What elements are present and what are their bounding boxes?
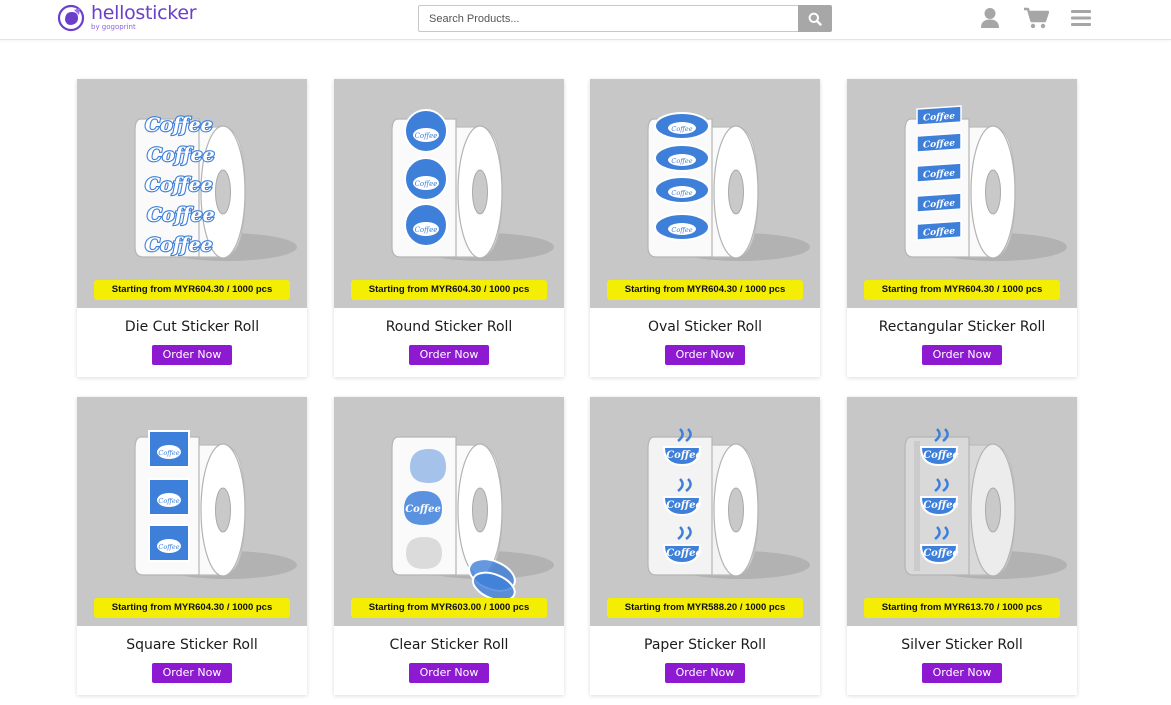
logo[interactable]: hellosticker by gogoprint [57, 2, 197, 32]
logo-subtext: by gogoprint [91, 23, 136, 31]
svg-text:Coffee: Coffee [923, 500, 959, 511]
product-grid: Coffee Coffee Coffee Coffee Coffee Starting … [0, 0, 1171, 705]
product-image: Coffee [391, 436, 554, 602]
svg-text:Coffee: Coffee [923, 548, 959, 559]
price-tag: Starting from MYR604.30 / 1000 pcs [607, 280, 803, 300]
product-title[interactable]: Oval Sticker Roll [590, 319, 820, 335]
logo-text: hellosticker [91, 2, 197, 24]
order-now-button[interactable]: Order Now [922, 663, 1002, 683]
svg-text:Coffee: Coffee [415, 180, 438, 188]
site-header: hellosticker by gogoprint [0, 0, 1171, 40]
svg-text:Coffee: Coffee [145, 234, 213, 256]
price-tag: Starting from MYR604.30 / 1000 pcs [94, 280, 290, 300]
order-now-button[interactable]: Order Now [409, 345, 489, 365]
svg-text:Coffee: Coffee [158, 449, 179, 457]
product-card-clear-sticker-roll[interactable]: Coffee Starting from MYR603.00 / 1000 pc… [334, 397, 564, 695]
svg-text:Coffee: Coffee [147, 204, 215, 226]
account-button[interactable] [979, 6, 1001, 30]
svg-text:Coffee: Coffee [415, 132, 438, 140]
product-card-square-sticker-roll[interactable]: Coffee Coffee Coffee Starting from MYR604.… [77, 397, 307, 695]
search-button[interactable] [798, 5, 832, 32]
price-tag: Starting from MYR603.00 / 1000 pcs [351, 598, 547, 618]
order-now-button[interactable]: Order Now [152, 345, 232, 365]
product-card-paper-sticker-roll[interactable]: Coffee Coffee Coffee Starting from MYR588.… [590, 397, 820, 695]
user-icon [981, 8, 999, 28]
product-image-area[interactable]: Coffee Coffee Coffee Coffee Coffee Starting … [77, 79, 307, 308]
product-image-area[interactable]: Coffee Coffee Coffee Coffee Coffee Starting … [847, 79, 1077, 308]
cart-icon [1023, 7, 1049, 29]
product-image-area[interactable]: Coffee Coffee Coffee Starting from MYR604.… [77, 397, 307, 626]
svg-text:Coffee: Coffee [671, 226, 692, 234]
product-image-area[interactable]: Coffee Coffee Coffee Starting from MYR604.… [334, 79, 564, 308]
price-tag: Starting from MYR588.20 / 1000 pcs [607, 598, 803, 618]
price-tag: Starting from MYR604.30 / 1000 pcs [864, 280, 1060, 300]
product-image: Coffee Coffee Coffee [134, 430, 297, 579]
svg-text:Coffee: Coffee [671, 189, 692, 197]
svg-text:Coffee: Coffee [158, 543, 179, 551]
search-input[interactable] [418, 5, 798, 32]
price-tag: Starting from MYR604.30 / 1000 pcs [351, 280, 547, 300]
product-card-die-cut-sticker-roll[interactable]: Coffee Coffee Coffee Coffee Coffee Starting … [77, 79, 307, 377]
svg-text:Coffee: Coffee [145, 114, 213, 136]
order-now-button[interactable]: Order Now [409, 663, 489, 683]
product-card-rectangular-sticker-roll[interactable]: Coffee Coffee Coffee Coffee Coffee Starting … [847, 79, 1077, 377]
order-now-button[interactable]: Order Now [922, 345, 1002, 365]
product-card-round-sticker-roll[interactable]: Coffee Coffee Coffee Starting from MYR604.… [334, 79, 564, 377]
svg-text:Coffee: Coffee [158, 497, 179, 505]
product-image: Coffee Coffee Coffee [647, 428, 810, 579]
product-image-area[interactable]: Coffee Coffee Coffee Coffee Starting from M… [590, 79, 820, 308]
svg-text:Coffee: Coffee [923, 450, 959, 461]
product-image: Coffee Coffee Coffee [391, 109, 554, 261]
product-card-oval-sticker-roll[interactable]: Coffee Coffee Coffee Coffee Starting from M… [590, 79, 820, 377]
svg-text:Coffee: Coffee [671, 157, 692, 165]
menu-button[interactable] [1070, 6, 1092, 30]
price-tag: Starting from MYR604.30 / 1000 pcs [94, 598, 290, 618]
order-now-button[interactable]: Order Now [665, 663, 745, 683]
product-title[interactable]: Round Sticker Roll [334, 319, 564, 335]
product-title[interactable]: Clear Sticker Roll [334, 637, 564, 653]
product-title[interactable]: Silver Sticker Roll [847, 637, 1077, 653]
svg-text:Coffee: Coffee [145, 174, 213, 196]
product-image-area[interactable]: Coffee Starting from MYR603.00 / 1000 pc… [334, 397, 564, 626]
product-image: Coffee Coffee Coffee Coffee [647, 112, 810, 261]
product-card-silver-sticker-roll[interactable]: Coffee Coffee Coffee Starting from MYR613.… [847, 397, 1077, 695]
order-now-button[interactable]: Order Now [152, 663, 232, 683]
search-icon [808, 12, 822, 26]
price-tag: Starting from MYR613.70 / 1000 pcs [864, 598, 1060, 618]
svg-text:Coffee: Coffee [405, 504, 441, 515]
order-now-button[interactable]: Order Now [665, 345, 745, 365]
cart-button[interactable] [1023, 6, 1049, 30]
product-title[interactable]: Rectangular Sticker Roll [847, 319, 1077, 335]
product-image: Coffee Coffee Coffee [904, 428, 1067, 579]
svg-text:Coffee: Coffee [666, 500, 702, 511]
svg-text:Coffee: Coffee [671, 125, 692, 133]
svg-text:Coffee: Coffee [666, 548, 702, 559]
product-title[interactable]: Square Sticker Roll [77, 637, 307, 653]
product-title[interactable]: Die Cut Sticker Roll [77, 319, 307, 335]
product-image: Coffee Coffee Coffee Coffee Coffee [134, 113, 297, 261]
product-title[interactable]: Paper Sticker Roll [590, 637, 820, 653]
svg-text:Coffee: Coffee [147, 144, 215, 166]
svg-text:Coffee: Coffee [666, 450, 702, 461]
product-image-area[interactable]: Coffee Coffee Coffee Starting from MYR613.… [847, 397, 1077, 626]
menu-icon [1071, 10, 1091, 26]
product-image: CoffeeCoffeeCoffeeCoffeeCoffee [904, 105, 1067, 261]
svg-text:Coffee: Coffee [415, 226, 438, 234]
logo-icon [57, 4, 85, 32]
product-image-area[interactable]: Coffee Coffee Coffee Starting from MYR588.… [590, 397, 820, 626]
search-bar [418, 5, 832, 32]
